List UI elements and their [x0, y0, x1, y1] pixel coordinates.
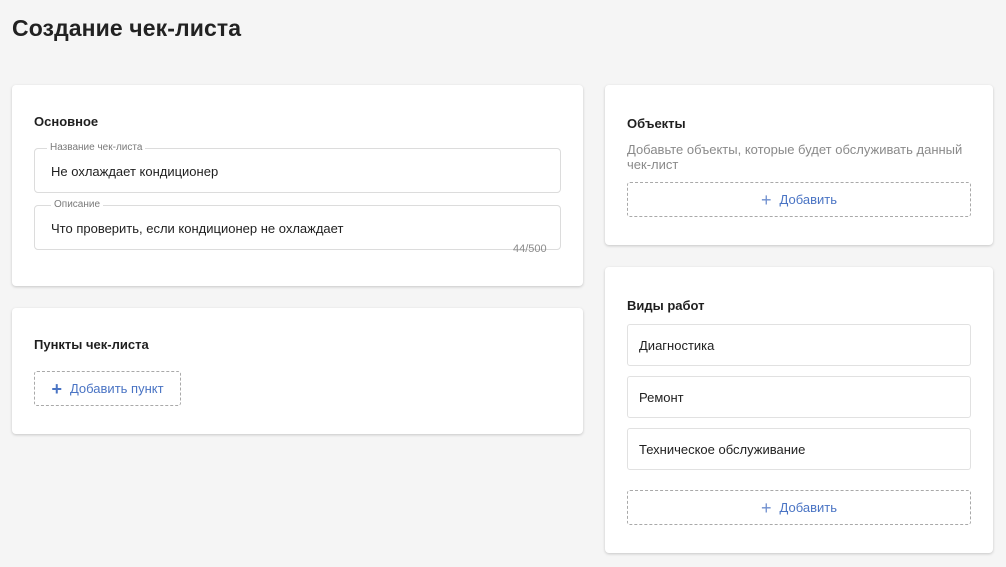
plus-icon: +	[761, 497, 772, 518]
work-type-label: Техническое обслуживание	[639, 441, 806, 457]
work-type-label: Ремонт	[639, 389, 684, 405]
checklist-items-title: Пункты чек-листа	[34, 337, 149, 352]
objects-title: Объекты	[627, 116, 686, 131]
add-work-type-button[interactable]: + Добавить	[627, 490, 971, 525]
add-checklist-item-label: Добавить пункт	[69, 381, 164, 396]
description-value: Что проверить, если кондиционер не охлаж…	[51, 221, 344, 236]
work-type-item[interactable]: Диагностика	[627, 324, 971, 366]
objects-card: Объекты Добавьте объекты, которые будет …	[605, 85, 993, 245]
add-object-button[interactable]: + Добавить	[627, 182, 971, 217]
description-counter: 44/500	[513, 243, 547, 255]
description-field[interactable]: Описание Что проверить, если кондиционер…	[34, 199, 561, 250]
work-type-item[interactable]: Техническое обслуживание	[627, 428, 971, 470]
basic-info-title: Основное	[34, 114, 99, 129]
work-type-item[interactable]: Ремонт	[627, 376, 971, 418]
add-object-label: Добавить	[779, 192, 837, 207]
work-types-title: Виды работ	[627, 298, 705, 313]
plus-icon: +	[761, 189, 772, 210]
work-type-label: Диагностика	[639, 337, 715, 353]
page-title: Создание чек-листа	[12, 15, 242, 41]
checklist-name-label: Название чек-листа	[47, 142, 146, 154]
objects-hint: Добавьте объекты, которые будет обслужив…	[627, 142, 963, 172]
checklist-items-card: Пункты чек-листа + Добавить пункт	[12, 308, 583, 434]
add-work-type-label: Добавить	[779, 500, 837, 515]
plus-icon: +	[51, 378, 62, 399]
add-checklist-item-button[interactable]: + Добавить пункт	[34, 371, 181, 406]
description-label: Описание	[51, 199, 104, 211]
basic-info-card: Основное Название чек-листа Не охлаждает…	[12, 85, 583, 286]
work-types-card: Виды работ Диагностика Ремонт Техническо…	[605, 267, 993, 553]
checklist-name-field[interactable]: Название чек-листа Не охлаждает кондицио…	[34, 142, 561, 193]
checklist-name-value: Не охлаждает кондиционер	[51, 164, 219, 179]
